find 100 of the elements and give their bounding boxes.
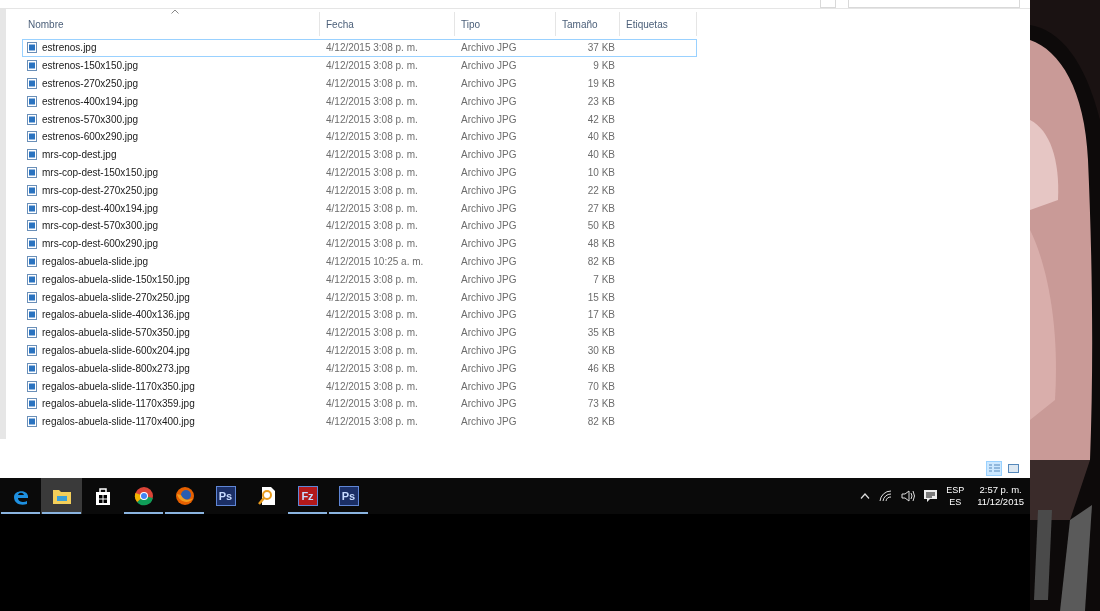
column-header[interactable]: Tipo — [455, 12, 556, 36]
column-header[interactable]: Nombre — [22, 12, 320, 36]
file-size: 40 KB — [587, 130, 615, 145]
file-row[interactable]: mrs-cop-dest-400x194.jpg 4/12/2015 3:08 p. m. Archivo JPG 27 KB — [22, 199, 697, 217]
taskbar-button[interactable]: Fz — [287, 478, 328, 514]
taskbar-button[interactable]: Ps — [328, 478, 369, 514]
file-row[interactable]: mrs-cop-dest-150x150.jpg 4/12/2015 3:08 p. m. Archivo JPG 10 KB — [22, 163, 697, 182]
column-header[interactable]: Etiquetas — [620, 12, 697, 36]
file-name: mrs-cop-dest-600x290.jpg — [42, 237, 159, 252]
file-name: estrenos-570x300.jpg — [42, 112, 139, 127]
file-name: regalos-abuela-slide-600x204.jpg — [42, 343, 190, 358]
file-row[interactable]: estrenos-400x194.jpg 4/12/2015 3:08 p. m. Archivo JPG 23 KB — [22, 92, 697, 111]
file-size: 15 KB — [587, 290, 615, 305]
file-date: 4/12/2015 3:08 p. m. — [326, 42, 418, 54]
clock-time: 2:57 p. m. — [979, 484, 1022, 496]
fox-globe-icon — [174, 486, 195, 506]
search-field[interactable] — [848, 0, 1020, 8]
file-row[interactable]: regalos-abuela-slide-150x150.jpg 4/12/2015 3:08 p. m. Archivo JPG 7 KB — [22, 270, 697, 289]
file-size: 9 KB — [593, 59, 615, 74]
app-tile-icon: Ps — [215, 486, 236, 506]
thumbnails-view-button[interactable] — [1005, 461, 1021, 476]
file-size: 22 KB — [587, 183, 615, 198]
file-name: estrenos-600x290.jpg — [42, 130, 139, 145]
shopping-bag-icon — [93, 486, 112, 506]
file-size: 73 KB — [587, 397, 615, 412]
image-file-icon — [27, 166, 37, 178]
notification-icon[interactable] — [924, 489, 938, 503]
file-name: estrenos-270x250.jpg — [42, 77, 139, 91]
file-row[interactable]: regalos-abuela-slide.jpg 4/12/2015 10:25 a. m. Archivo JPG 82 KB — [22, 252, 697, 271]
file-row[interactable]: estrenos-600x290.jpg 4/12/2015 3:08 p. m. Archivo JPG 40 KB — [22, 128, 697, 146]
file-type: Archivo JPG — [461, 291, 517, 303]
column-header[interactable]: Fecha — [320, 12, 455, 36]
file-row[interactable]: mrs-cop-dest-600x290.jpg 4/12/2015 3:08 p. m. Archivo JPG 48 KB — [22, 234, 697, 253]
file-name: regalos-abuela-slide-400x136.jpg — [42, 308, 190, 323]
file-name: estrenos.jpg — [42, 41, 97, 56]
file-type: Archivo JPG — [461, 362, 517, 374]
file-type: Archivo JPG — [461, 416, 517, 428]
file-date: 4/12/2015 3:08 p. m. — [326, 131, 418, 143]
file-name: regalos-abuela-slide-1170x400.jpg — [42, 415, 195, 430]
file-row[interactable]: mrs-cop-dest-570x300.jpg 4/12/2015 3:08 p. m. Archivo JPG 50 KB — [22, 216, 697, 235]
image-file-icon — [27, 78, 37, 89]
image-file-icon — [27, 42, 37, 54]
file-date: 4/12/2015 3:08 p. m. — [326, 60, 418, 72]
wifi-icon[interactable] — [879, 490, 893, 502]
file-date: 4/12/2015 3:08 p. m. — [326, 166, 418, 178]
file-type: Archivo JPG — [461, 131, 517, 143]
file-type: Archivo JPG — [461, 42, 517, 54]
file-type: Archivo JPG — [461, 398, 517, 410]
image-file-icon — [27, 220, 37, 232]
image-file-icon — [27, 380, 37, 392]
taskbar-button[interactable] — [41, 478, 82, 514]
file-row[interactable]: estrenos.jpg 4/12/2015 3:08 p. m. Archivo JPG 37 KB — [22, 39, 697, 57]
file-name: mrs-cop-dest-270x250.jpg — [42, 183, 159, 198]
file-type: Archivo JPG — [461, 95, 517, 107]
file-size: 35 KB — [587, 326, 615, 341]
file-date: 4/12/2015 3:08 p. m. — [326, 113, 418, 125]
file-size: 7 KB — [593, 272, 615, 287]
image-file-icon — [27, 184, 37, 196]
image-file-icon — [27, 327, 37, 339]
language-indicator[interactable]: ESP ES — [946, 484, 965, 508]
file-type: Archivo JPG — [461, 220, 517, 232]
file-size: 82 KB — [587, 415, 615, 430]
file-date: 4/12/2015 3:08 p. m. — [326, 344, 418, 356]
file-size: 42 KB — [587, 112, 615, 127]
file-type: Archivo JPG — [461, 309, 517, 321]
file-name: regalos-abuela-slide-270x250.jpg — [42, 290, 190, 305]
file-name: mrs-cop-dest-570x300.jpg — [42, 219, 159, 234]
file-row[interactable]: estrenos-270x250.jpg 4/12/2015 3:08 p. m. Archivo JPG 19 KB — [22, 74, 697, 93]
file-size: 82 KB — [587, 254, 615, 269]
file-row[interactable]: mrs-cop-dest.jpg 4/12/2015 3:08 p. m. Archivo JPG 40 KB — [22, 145, 697, 164]
file-row[interactable]: regalos-abuela-slide-600x204.jpg 4/12/2015 3:08 p. m. Archivo JPG 30 KB — [22, 341, 697, 360]
file-row[interactable]: regalos-abuela-slide-570x350.jpg 4/12/2015 3:08 p. m. Archivo JPG 35 KB — [22, 323, 697, 342]
file-size: 19 KB — [587, 77, 615, 91]
image-file-icon — [27, 309, 37, 321]
taskbar-button[interactable]: Ps — [205, 478, 246, 514]
file-row[interactable]: mrs-cop-dest-270x250.jpg 4/12/2015 3:08 p. m. Archivo JPG 22 KB — [22, 181, 697, 200]
caret-up-icon[interactable] — [860, 493, 871, 499]
file-date: 4/12/2015 3:08 p. m. — [326, 149, 418, 161]
image-file-icon — [27, 149, 37, 161]
clock[interactable]: 2:57 p. m. 11/12/2015 — [977, 484, 1024, 508]
speaker-icon[interactable] — [901, 490, 916, 502]
file-name: estrenos-400x194.jpg — [42, 94, 139, 109]
file-date: 4/12/2015 3:08 p. m. — [326, 202, 418, 214]
file-row[interactable]: estrenos-570x300.jpg 4/12/2015 3:08 p. m. Archivo JPG 42 KB — [22, 110, 697, 128]
clock-date: 11/12/2015 — [977, 496, 1024, 508]
file-date: 4/12/2015 3:08 p. m. — [326, 238, 418, 250]
file-row[interactable]: regalos-abuela-slide-800x273.jpg 4/12/2015 3:08 p. m. Archivo JPG 46 KB — [22, 359, 697, 378]
file-row[interactable]: regalos-abuela-slide-1170x359.jpg 4/12/2015 3:08 p. m. Archivo JPG 73 KB — [22, 394, 697, 413]
file-row[interactable]: regalos-abuela-slide-270x250.jpg 4/12/2015 3:08 p. m. Archivo JPG 15 KB — [22, 288, 697, 306]
file-row[interactable]: estrenos-150x150.jpg 4/12/2015 3:08 p. m. Archivo JPG 9 KB — [22, 56, 697, 75]
file-row[interactable]: regalos-abuela-slide-1170x350.jpg 4/12/2015 3:08 p. m. Archivo JPG 70 KB — [22, 377, 697, 395]
image-file-icon — [27, 416, 37, 428]
file-row[interactable]: regalos-abuela-slide-400x136.jpg 4/12/2015 3:08 p. m. Archivo JPG 17 KB — [22, 305, 697, 324]
file-size: 23 KB — [587, 94, 615, 109]
file-size: 17 KB — [587, 308, 615, 323]
column-header[interactable]: Tamaño — [556, 12, 620, 36]
image-file-icon — [27, 60, 37, 72]
file-type: Archivo JPG — [461, 238, 517, 250]
file-row[interactable]: regalos-abuela-slide-1170x400.jpg 4/12/2015 3:08 p. m. Archivo JPG 82 KB — [22, 412, 697, 431]
image-file-icon — [27, 95, 37, 107]
